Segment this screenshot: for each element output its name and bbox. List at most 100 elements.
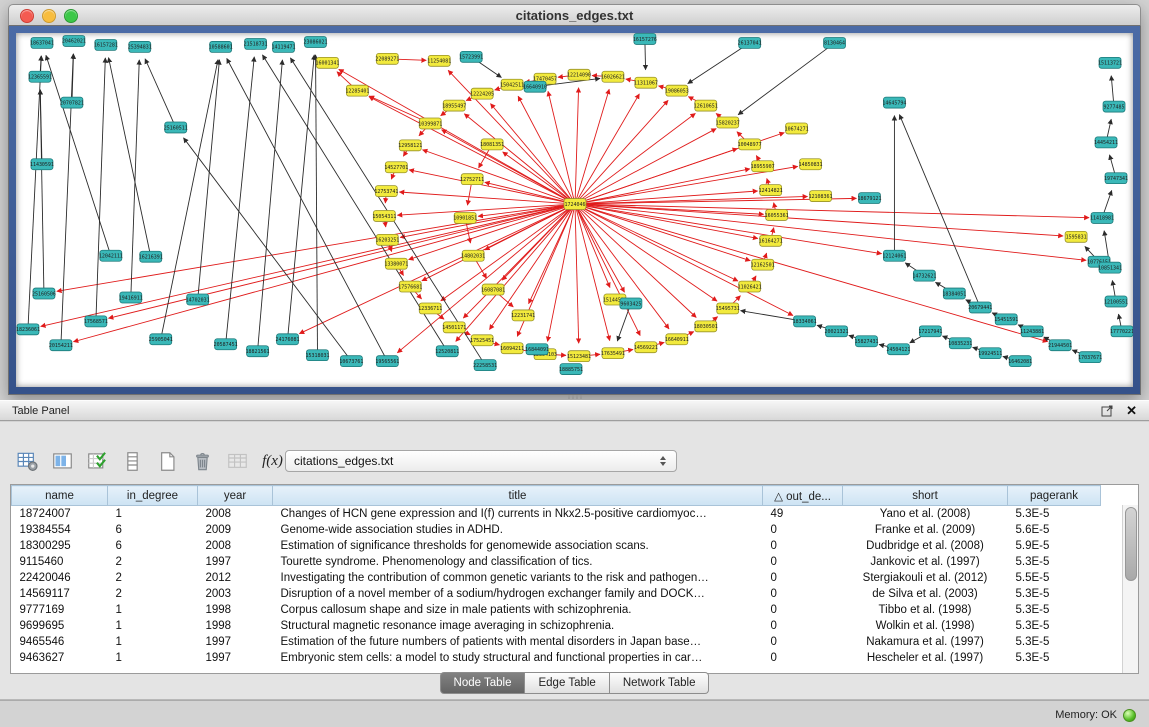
graph-node[interactable]: 11311067 <box>634 77 658 88</box>
graph-node[interactable]: 12753741 <box>374 186 398 197</box>
graph-node[interactable]: 12224205 <box>470 88 494 99</box>
graph-node[interactable]: 16216391 <box>139 251 163 262</box>
graph-node[interactable]: 20587451 <box>214 339 238 350</box>
graph-node[interactable]: 14527701 <box>384 162 408 173</box>
column-header-pagerank[interactable]: pagerank <box>1008 486 1101 506</box>
graph-node[interactable]: 25394831 <box>128 41 152 52</box>
graph-node[interactable]: 12520811 <box>435 346 459 357</box>
graph-node[interactable]: 18334061 <box>793 316 817 327</box>
graph-node[interactable]: 12414821 <box>759 185 783 196</box>
graph-node[interactable]: 14645794 <box>882 97 906 108</box>
graph-node[interactable]: 14702031 <box>186 294 210 305</box>
graph-node[interactable]: 12100551 <box>1104 296 1128 307</box>
close-panel-icon[interactable]: ✕ <box>1126 403 1137 418</box>
graph-node[interactable]: 25160511 <box>164 122 188 133</box>
graph-node[interactable]: 16844091 <box>525 344 549 355</box>
table-row[interactable]: 969969511998Structural magnetic resonanc… <box>12 618 1101 634</box>
graph-node[interactable]: 16055361 <box>765 210 789 221</box>
graph-node[interactable]: 14454211 <box>1094 137 1118 148</box>
graph-node[interactable]: 12162501 <box>751 259 775 270</box>
table-row[interactable]: 977716911998Corpus callosum shape and si… <box>12 602 1101 618</box>
graph-node[interactable]: 18236061 <box>16 324 40 335</box>
graph-node[interactable]: 20021321 <box>825 326 849 337</box>
column-header-in_degree[interactable]: in_degree <box>108 486 198 506</box>
graph-node[interactable]: 16203251 <box>375 234 399 245</box>
graph-node[interactable]: 20462021 <box>62 35 86 46</box>
graph-node[interactable]: 16026621 <box>601 71 625 82</box>
graph-node[interactable]: 16087081 <box>481 284 505 295</box>
delete-column-button[interactable] <box>189 448 216 475</box>
graph-node[interactable]: 15827431 <box>854 336 878 347</box>
graph-node[interactable]: 18637041 <box>30 37 54 48</box>
graph-node[interactable]: 18081351 <box>480 139 504 150</box>
graph-node[interactable]: 19924511 <box>978 348 1002 359</box>
vertical-scrollbar[interactable] <box>1122 505 1138 673</box>
graph-node[interactable]: 12365591 <box>28 71 52 82</box>
graph-node[interactable]: 18955497 <box>442 100 466 111</box>
graph-node[interactable]: 18955907 <box>751 161 775 172</box>
graph-node[interactable]: 16462081 <box>1008 356 1032 367</box>
graph-node[interactable]: 11418981 <box>1090 212 1114 223</box>
graph-node[interactable]: 16640911 <box>665 334 689 345</box>
graph-node[interactable]: 16640910 <box>523 81 547 92</box>
graph-node[interactable]: 9277485 <box>1103 101 1125 112</box>
graph-node[interactable]: 17217941 <box>918 326 942 337</box>
graph-node[interactable]: 10901851 <box>453 212 477 223</box>
graph-node[interactable]: 12124061 <box>882 250 906 261</box>
graph-node[interactable]: 20154211 <box>49 340 73 351</box>
graph-node[interactable]: 25160506 <box>32 288 56 299</box>
graph-node[interactable]: 10399871 <box>418 118 442 129</box>
new-column-button[interactable] <box>154 448 181 475</box>
graph-node[interactable]: 10588601 <box>209 41 233 52</box>
column-header-short[interactable]: short <box>843 486 1008 506</box>
column-header-name[interactable]: name <box>12 486 108 506</box>
graph-node[interactable]: 14119471 <box>272 41 296 52</box>
float-panel-icon[interactable] <box>1101 404 1114 417</box>
graph-node[interactable]: 8130464 <box>824 37 846 48</box>
graph-node[interactable]: 14802031 <box>461 250 485 261</box>
graph-node[interactable]: 16157276 <box>633 33 657 44</box>
graph-node[interactable]: 15113721 <box>1098 57 1122 68</box>
function-builder-button[interactable]: f(x) <box>259 448 286 475</box>
graph-node[interactable]: 11254081 <box>427 55 451 66</box>
column-header-out_de[interactable]: △ out_de... <box>763 486 843 506</box>
graph-node[interactable]: 14732621 <box>912 270 936 281</box>
table-select-dropdown[interactable]: citations_edges.txt <box>285 450 677 472</box>
table-row[interactable]: 946554611997Estimation of the future num… <box>12 634 1101 650</box>
graph-node[interactable]: 12108361 <box>809 191 833 202</box>
graph-node[interactable]: 20679441 <box>968 302 992 313</box>
select-all-button[interactable] <box>84 448 111 475</box>
graph-node[interactable]: 12231741 <box>511 310 535 321</box>
graph-node[interactable]: 15495731 <box>716 303 740 314</box>
graph-node[interactable]: 23086021 <box>303 36 327 47</box>
graph-node[interactable]: 17576681 <box>398 281 422 292</box>
panel-splitter-handle[interactable] <box>568 395 582 399</box>
graph-node[interactable]: 18384051 <box>942 288 966 299</box>
graph-node[interactable]: 12958121 <box>398 140 422 151</box>
graph-node[interactable]: 22089271 <box>375 53 399 64</box>
graph-node[interactable]: 1724046 <box>564 199 586 210</box>
graph-node[interactable]: 16001341 <box>315 57 339 68</box>
table-row[interactable]: 2242004622012Investigating the contribut… <box>12 570 1101 586</box>
show-columns-button[interactable] <box>49 448 76 475</box>
table-row[interactable]: 1456911722003Disruption of a novel membe… <box>12 586 1101 602</box>
graph-node[interactable]: 18821561 <box>246 346 270 357</box>
graph-node[interactable]: 24504121 <box>886 344 910 355</box>
table-row[interactable]: 1938455462009Genome-wide association stu… <box>12 522 1101 538</box>
table-options-button[interactable] <box>14 448 41 475</box>
tab-network-table[interactable]: Network Table <box>610 672 710 694</box>
network-canvas[interactable]: 1724046160553611241482118955907100489771… <box>16 33 1133 387</box>
graph-node[interactable]: 18030501 <box>694 321 718 332</box>
graph-node[interactable]: 15318031 <box>305 350 329 361</box>
graph-node[interactable]: 24176081 <box>276 334 300 345</box>
graph-node[interactable]: 26137041 <box>738 37 762 48</box>
graph-node[interactable]: 15820237 <box>716 117 740 128</box>
graph-node[interactable]: 14501171 <box>442 322 466 333</box>
graph-node[interactable]: 12610651 <box>694 100 718 111</box>
window-titlebar[interactable]: citations_edges.txt <box>8 4 1141 26</box>
graph-node[interactable]: 16157281 <box>94 39 118 50</box>
graph-node[interactable]: 11430591 <box>30 159 54 170</box>
graph-node[interactable]: 15054311 <box>372 210 396 221</box>
graph-node[interactable]: 25905041 <box>149 334 173 345</box>
network-graph[interactable]: 1724046160553611241482118955907100489771… <box>16 33 1133 387</box>
